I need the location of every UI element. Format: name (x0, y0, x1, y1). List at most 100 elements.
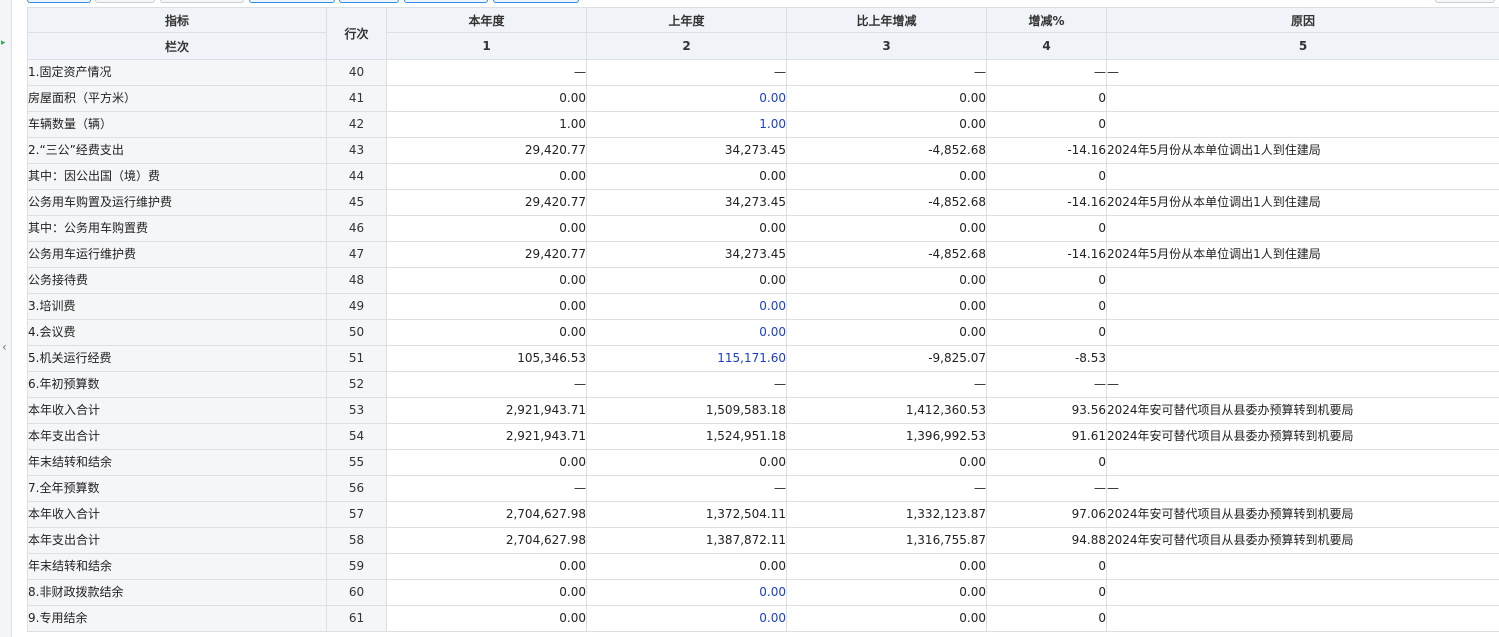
cell-last-year[interactable]: 1.00 (586, 111, 787, 138)
cell-last-year[interactable]: 1,509,583.18 (586, 397, 787, 424)
toolbar-button-1[interactable] (27, 0, 91, 3)
cell-this-year[interactable]: 2,704,627.98 (386, 501, 587, 528)
cell-this-year[interactable]: 29,420.77 (386, 137, 587, 164)
cell-this-year[interactable]: 1.00 (386, 111, 587, 138)
cell-change-pct[interactable]: -8.53 (986, 345, 1107, 372)
cell-last-year[interactable]: — (586, 475, 787, 502)
cell-change[interactable]: 0.00 (786, 605, 987, 632)
cell-this-year[interactable]: — (386, 475, 587, 502)
cell-this-year[interactable]: 0.00 (386, 293, 587, 320)
cell-this-year[interactable]: 0.00 (386, 85, 587, 112)
cell-change-pct[interactable]: 94.88 (986, 527, 1107, 554)
cell-last-year[interactable]: 0.00 (586, 163, 787, 190)
cell-reason[interactable] (1106, 267, 1499, 294)
cell-last-year[interactable]: 0.00 (586, 449, 787, 476)
cell-change-pct[interactable]: 0 (986, 215, 1107, 242)
cell-reason[interactable] (1106, 215, 1499, 242)
cell-change-pct[interactable]: 0 (986, 579, 1107, 606)
cell-this-year[interactable]: 2,704,627.98 (386, 527, 587, 554)
cell-change[interactable]: 0.00 (786, 449, 987, 476)
cell-reason[interactable]: 2024年5月份从本单位调出1人到住建局 (1106, 137, 1499, 164)
cell-change-pct[interactable]: 0 (986, 163, 1107, 190)
cell-change-pct[interactable]: 0 (986, 293, 1107, 320)
cell-last-year[interactable]: 1,387,872.11 (586, 527, 787, 554)
toolbar-button-4[interactable] (249, 0, 335, 3)
cell-change[interactable]: 1,332,123.87 (786, 501, 987, 528)
cell-reason[interactable] (1106, 449, 1499, 476)
cell-this-year[interactable]: 0.00 (386, 449, 587, 476)
cell-reason[interactable]: 2024年安可替代项目从县委办预算转到机要局 (1106, 397, 1499, 424)
toolbar-button-2[interactable] (95, 0, 155, 3)
cell-change[interactable]: 0.00 (786, 163, 987, 190)
cell-reason[interactable] (1106, 553, 1499, 580)
cell-change[interactable]: 0.00 (786, 553, 987, 580)
cell-change[interactable]: 1,396,992.53 (786, 423, 987, 450)
cell-reason[interactable]: 2024年安可替代项目从县委办预算转到机要局 (1106, 527, 1499, 554)
toolbar-button-6[interactable] (404, 0, 488, 3)
cell-change[interactable]: 0.00 (786, 111, 987, 138)
cell-last-year[interactable]: 0.00 (586, 319, 787, 346)
cell-this-year[interactable]: 29,420.77 (386, 189, 587, 216)
cell-this-year[interactable]: — (386, 59, 587, 86)
cell-last-year[interactable]: 34,273.45 (586, 189, 787, 216)
cell-this-year[interactable]: 0.00 (386, 267, 587, 294)
cell-this-year[interactable]: 105,346.53 (386, 345, 587, 372)
cell-change[interactable]: -4,852.68 (786, 137, 987, 164)
cell-change-pct[interactable]: 93.56 (986, 397, 1107, 424)
collapse-chevron-icon[interactable]: ‹ (2, 340, 7, 354)
cell-last-year[interactable]: 0.00 (586, 553, 787, 580)
side-tab-marker[interactable]: ▸ (1, 38, 6, 48)
cell-change[interactable]: — (786, 475, 987, 502)
cell-last-year[interactable]: 0.00 (586, 293, 787, 320)
cell-change[interactable]: 0.00 (786, 293, 987, 320)
cell-this-year[interactable]: 0.00 (386, 215, 587, 242)
cell-reason[interactable]: 2024年安可替代项目从县委办预算转到机要局 (1106, 501, 1499, 528)
toolbar-button-5[interactable] (339, 0, 399, 3)
cell-change[interactable]: -4,852.68 (786, 189, 987, 216)
cell-reason[interactable] (1106, 111, 1499, 138)
cell-reason[interactable] (1106, 85, 1499, 112)
cell-this-year[interactable]: 0.00 (386, 605, 587, 632)
cell-this-year[interactable]: 0.00 (386, 319, 587, 346)
cell-change-pct[interactable]: 97.06 (986, 501, 1107, 528)
cell-reason[interactable] (1106, 345, 1499, 372)
cell-change-pct[interactable]: -14.16 (986, 241, 1107, 268)
cell-change-pct[interactable]: — (986, 371, 1107, 398)
cell-change-pct[interactable]: 0 (986, 553, 1107, 580)
cell-last-year[interactable]: 0.00 (586, 605, 787, 632)
cell-last-year[interactable]: 1,372,504.11 (586, 501, 787, 528)
cell-change[interactable]: 1,316,755.87 (786, 527, 987, 554)
cell-last-year[interactable]: 34,273.45 (586, 241, 787, 268)
cell-reason[interactable] (1106, 163, 1499, 190)
cell-this-year[interactable]: 0.00 (386, 163, 587, 190)
cell-change-pct[interactable]: 91.61 (986, 423, 1107, 450)
cell-last-year[interactable]: 34,273.45 (586, 137, 787, 164)
cell-change-pct[interactable]: 0 (986, 449, 1107, 476)
cell-change[interactable]: 0.00 (786, 267, 987, 294)
cell-this-year[interactable]: 2,921,943.71 (386, 397, 587, 424)
cell-last-year[interactable]: 115,171.60 (586, 345, 787, 372)
cell-change[interactable]: 0.00 (786, 319, 987, 346)
cell-change-pct[interactable]: 0 (986, 319, 1107, 346)
cell-change-pct[interactable]: -14.16 (986, 189, 1107, 216)
cell-this-year[interactable]: 2,921,943.71 (386, 423, 587, 450)
cell-this-year[interactable]: 0.00 (386, 579, 587, 606)
cell-change-pct[interactable]: — (986, 475, 1107, 502)
cell-last-year[interactable]: 0.00 (586, 267, 787, 294)
toolbar-button-3[interactable] (160, 0, 244, 3)
cell-reason[interactable]: — (1106, 371, 1499, 398)
cell-last-year[interactable]: 0.00 (586, 579, 787, 606)
cell-change-pct[interactable]: 0 (986, 85, 1107, 112)
cell-change[interactable]: 0.00 (786, 85, 987, 112)
cell-change[interactable]: -9,825.07 (786, 345, 987, 372)
cell-this-year[interactable]: 0.00 (386, 553, 587, 580)
cell-change[interactable]: — (786, 59, 987, 86)
cell-change-pct[interactable]: -14.16 (986, 137, 1107, 164)
cell-reason[interactable] (1106, 319, 1499, 346)
cell-change[interactable]: -4,852.68 (786, 241, 987, 268)
cell-change-pct[interactable]: 0 (986, 111, 1107, 138)
cell-last-year[interactable]: 0.00 (586, 85, 787, 112)
cell-reason[interactable]: 2024年5月份从本单位调出1人到住建局 (1106, 189, 1499, 216)
cell-change[interactable]: 0.00 (786, 579, 987, 606)
cell-last-year[interactable]: — (586, 371, 787, 398)
